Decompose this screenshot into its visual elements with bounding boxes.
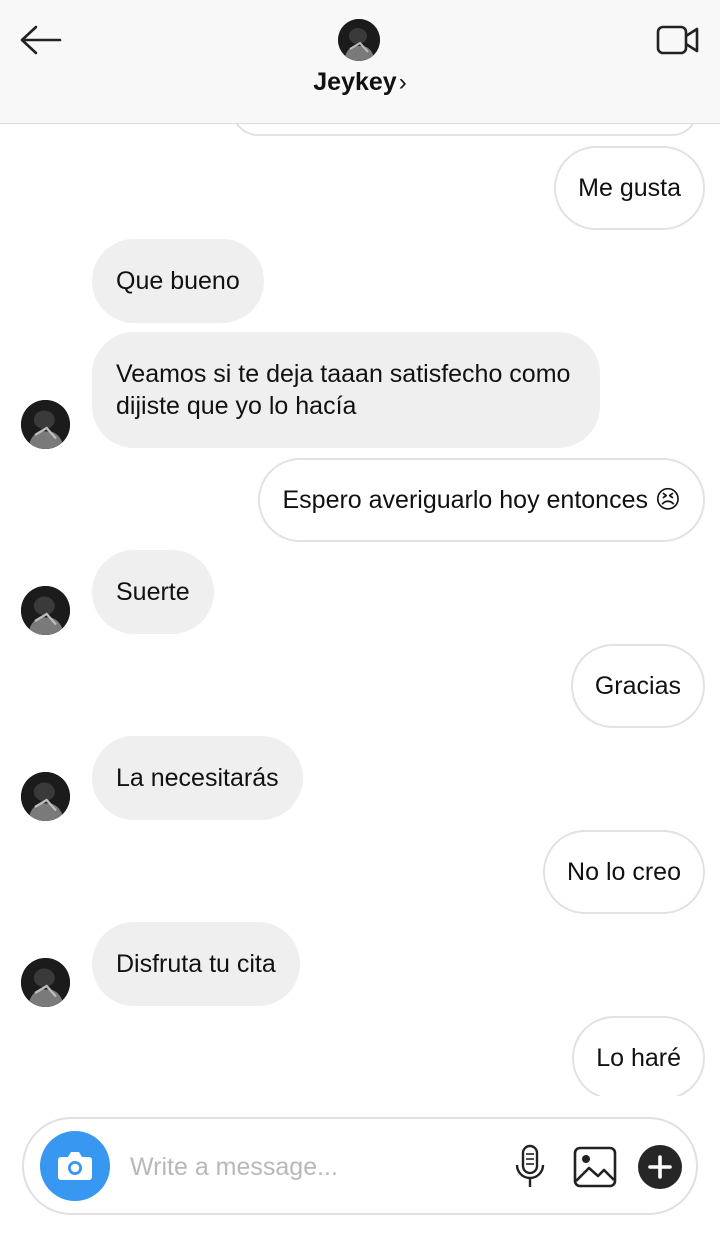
message-input[interactable] [130, 1145, 500, 1189]
avatar-image [21, 772, 70, 821]
camera-icon [58, 1152, 92, 1180]
avatar-image [21, 586, 70, 635]
image-icon [573, 1146, 617, 1188]
gallery-button[interactable] [572, 1145, 618, 1189]
message-bubble-sent[interactable]: Gracias [570, 644, 705, 728]
sender-avatar[interactable] [21, 586, 70, 635]
message-bubble-received[interactable]: La necesitarás [92, 736, 303, 820]
contact-avatar[interactable] [338, 19, 380, 61]
avatar-image [338, 19, 380, 61]
sender-avatar[interactable] [21, 400, 70, 449]
video-camera-icon [656, 25, 699, 55]
avatar-image [21, 958, 70, 1007]
back-button[interactable] [18, 22, 64, 58]
message-bubble-received[interactable]: Veamos si te deja taaan satisfecho como … [92, 332, 600, 448]
sender-avatar[interactable] [21, 958, 70, 1007]
chat-header: Jeykey› [0, 0, 720, 124]
message-list[interactable]: Me gusta Que bueno Veamos si te deja taa… [0, 124, 720, 1096]
chevron-right-icon: › [398, 69, 407, 96]
contact-name: Jeykey [313, 68, 397, 96]
sender-avatar[interactable] [21, 772, 70, 821]
message-bubble-received[interactable]: Suerte [92, 550, 214, 634]
message-bubble-sent[interactable]: No lo creo [543, 830, 705, 914]
microphone-icon [515, 1144, 545, 1187]
voice-message-button[interactable] [512, 1143, 548, 1191]
message-bubble-sent[interactable]: Lo haré [572, 1016, 705, 1096]
partial-message-bubble [232, 124, 698, 136]
video-call-button[interactable] [656, 22, 700, 58]
arrow-left-icon [20, 25, 62, 55]
camera-button[interactable] [40, 1131, 110, 1201]
avatar-image [21, 400, 70, 449]
plus-icon [648, 1155, 672, 1179]
more-options-button[interactable] [638, 1145, 682, 1189]
message-bubble-sent[interactable]: Espero averiguarlo hoy entonces 😣 [258, 458, 705, 542]
message-bubble-received[interactable]: Disfruta tu cita [92, 922, 300, 1006]
message-composer [22, 1117, 698, 1215]
contact-name-button[interactable]: Jeykey› [0, 68, 720, 97]
message-bubble-sent[interactable]: Me gusta [554, 146, 705, 230]
message-bubble-received[interactable]: Que bueno [92, 239, 264, 323]
